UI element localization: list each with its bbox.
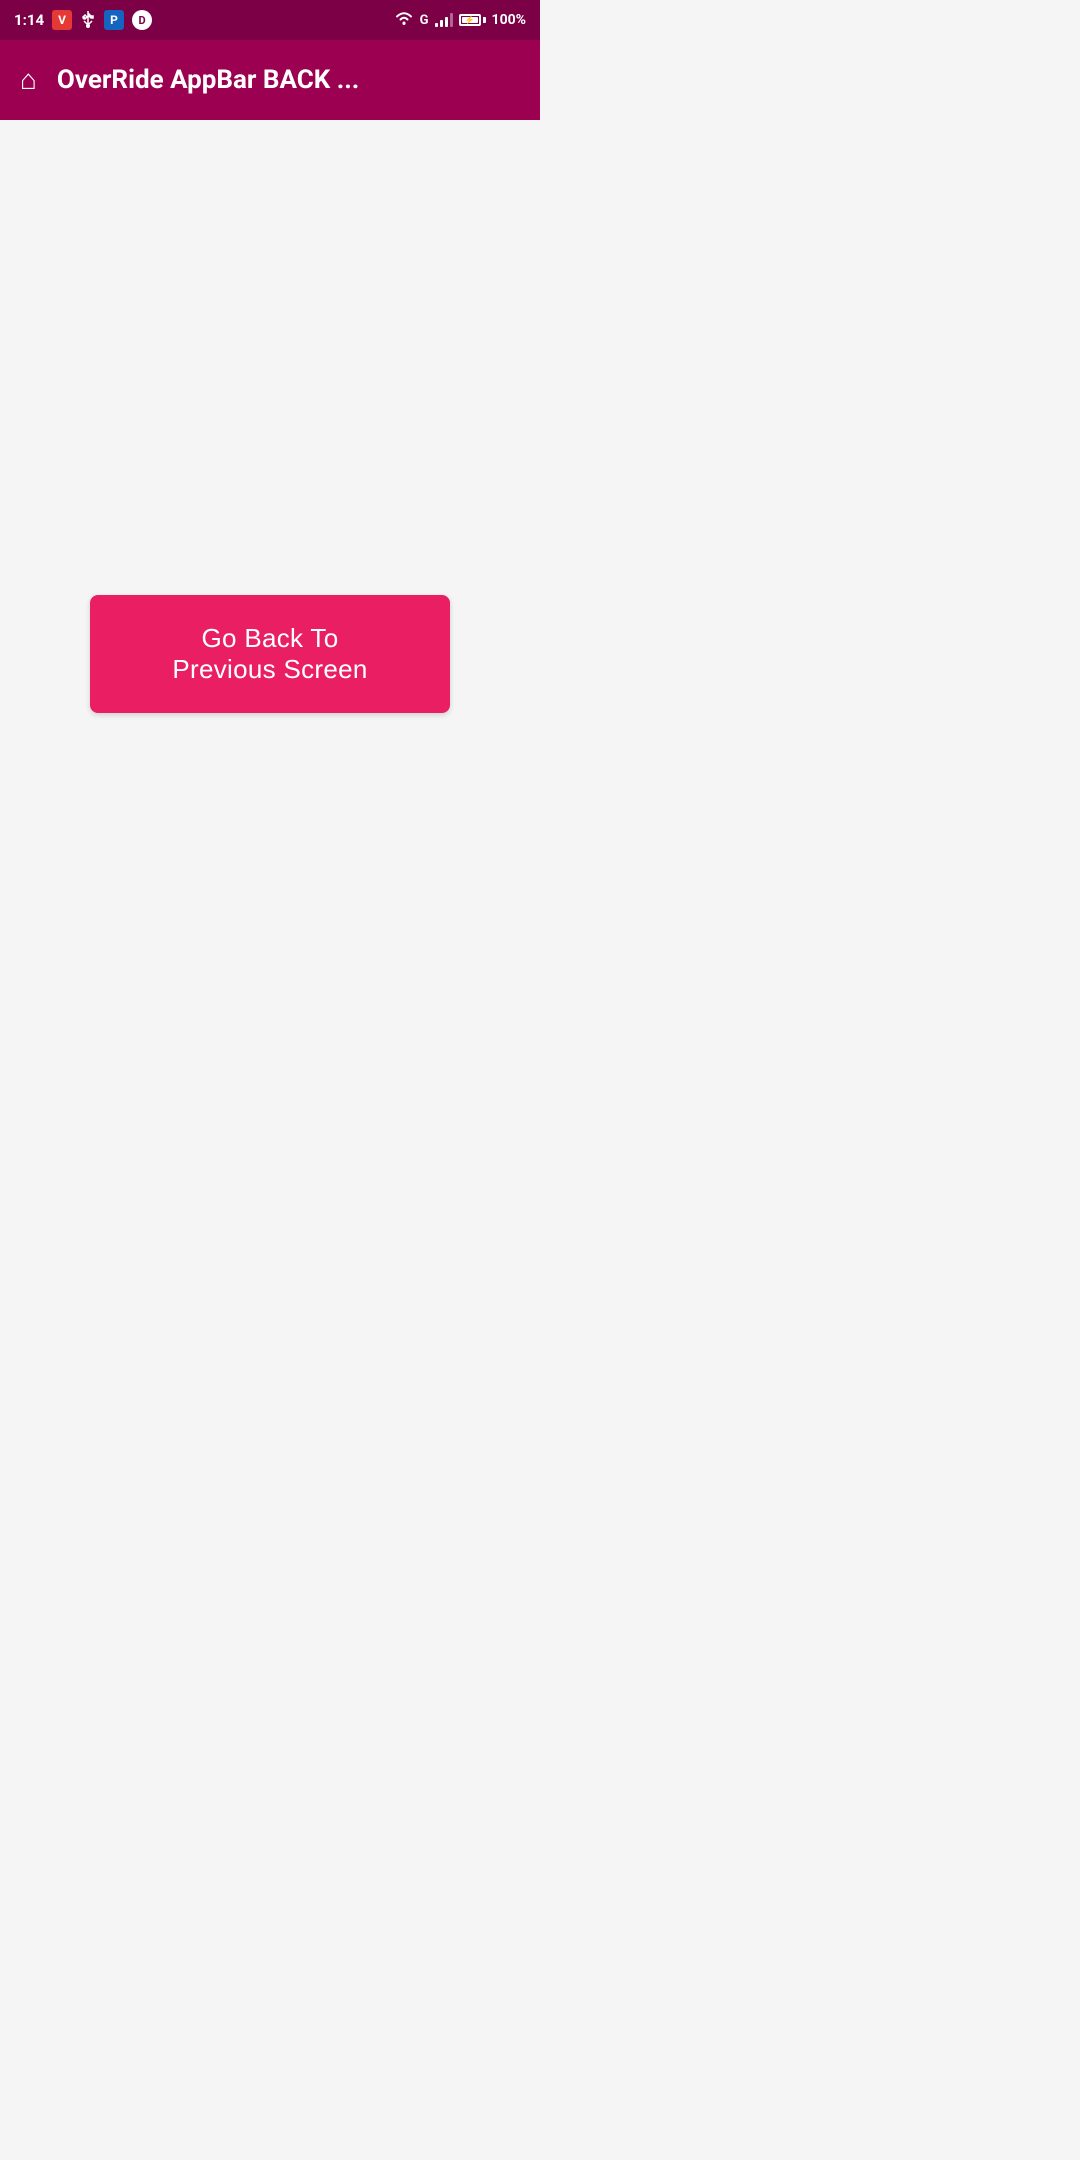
parking-icon: P: [104, 10, 124, 30]
status-time: 1:14: [14, 11, 44, 29]
wifi-icon: [394, 10, 414, 30]
disney-icon: D: [132, 10, 152, 30]
usb-icon: [80, 11, 96, 29]
app-bar: ⌂ OverRide AppBar BACK ...: [0, 40, 540, 120]
home-icon[interactable]: ⌂: [20, 66, 37, 94]
signal-icon: [435, 13, 453, 27]
status-bar-right: G ⚡ 100%: [394, 10, 526, 30]
main-content: Go Back To Previous Screen: [0, 120, 540, 1080]
battery-icon: ⚡: [459, 14, 486, 26]
battery-percent: 100%: [492, 12, 526, 28]
status-bar: 1:14 V P D G: [0, 0, 540, 40]
status-bar-left: 1:14 V P D: [14, 10, 152, 30]
mobile-data-icon: G: [420, 13, 429, 28]
app-bar-title: OverRide AppBar BACK ...: [57, 65, 520, 95]
go-back-button[interactable]: Go Back To Previous Screen: [90, 595, 450, 713]
vivid-icon: V: [52, 10, 72, 30]
